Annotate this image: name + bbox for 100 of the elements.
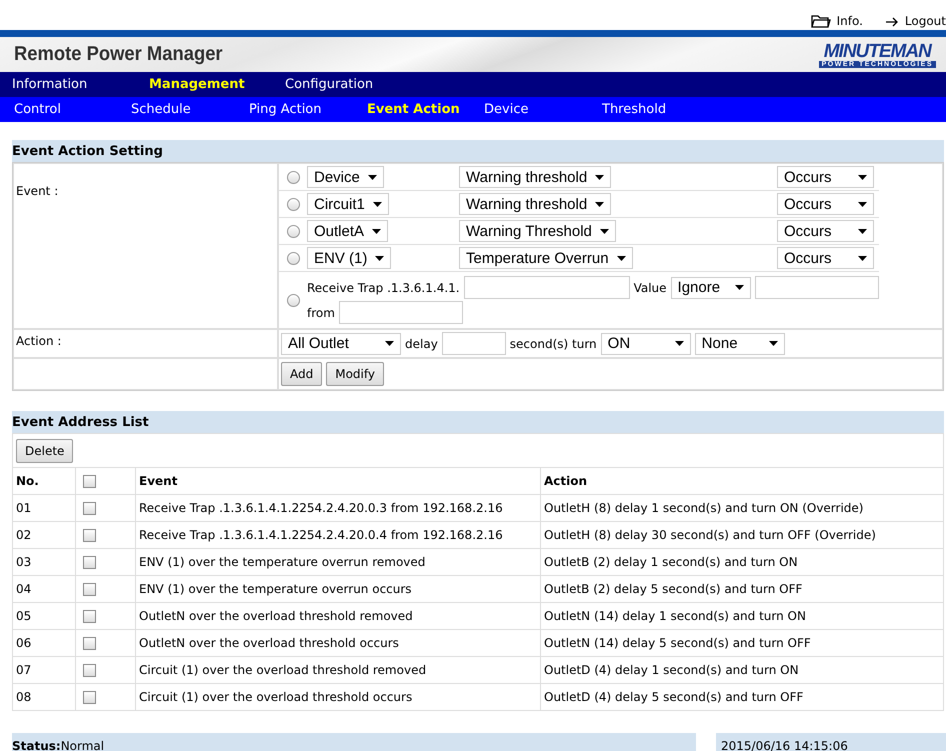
checkbox[interactable] (83, 556, 96, 570)
dropdown[interactable]: ENV (1) (307, 247, 392, 269)
table-cell: Circuit (1) over the overload threshold removed (136, 656, 540, 684)
radio-button[interactable] (287, 294, 300, 306)
caret-icon (734, 285, 744, 290)
dropdown[interactable]: Warning threshold (459, 166, 612, 188)
table-cell: 02 (12, 522, 76, 548)
field-label: Action : (16, 334, 62, 348)
checkbox[interactable] (83, 529, 96, 542)
nav-tab[interactable]: Configuration (285, 77, 405, 92)
caret-icon (372, 202, 382, 206)
field-label: Value (634, 280, 667, 294)
table-cell: 07 (12, 656, 76, 684)
caret-icon (858, 174, 867, 180)
datetime-text: 2015/06/16 14:15:06 (716, 733, 946, 751)
table-cell: OutletB (2) delay 5 second(s) and turn OFF (540, 576, 944, 602)
table-cell: OutletB (2) delay 1 second(s) and turn ON (540, 548, 944, 576)
caret-icon (858, 202, 867, 206)
dropdown[interactable]: None (694, 332, 785, 354)
dropdown[interactable]: ON (600, 332, 691, 354)
section-header: Event Address List (12, 411, 944, 433)
input-field[interactable] (338, 301, 463, 324)
table-cell: OutletN (14) delay 5 second(s) and turn OFF (540, 630, 944, 656)
action-button[interactable]: Add (281, 362, 322, 386)
header-link[interactable]: Logout (884, 14, 946, 28)
dropdown[interactable]: Warning threshold (459, 193, 612, 215)
table-cell: OutletH (8) delay 1 second(s) and turn ON (Override) (540, 494, 944, 522)
nav-tab[interactable]: Information (12, 77, 149, 92)
nav-tab[interactable]: Threshold (602, 102, 722, 117)
column-header: Event (136, 468, 540, 494)
header-link[interactable]: Info. (810, 14, 863, 28)
input-field[interactable] (442, 332, 506, 355)
action-button[interactable]: Modify (326, 362, 384, 386)
table-cell: 05 (12, 602, 76, 630)
field-label: Receive Trap .1.3.6.1.4.1. (307, 280, 460, 294)
dropdown[interactable]: All Outlet (281, 332, 401, 354)
caret-icon (368, 174, 377, 180)
table-cell: OutletN (14) delay 1 second(s) and turn ON (540, 602, 944, 630)
radio-button[interactable] (287, 252, 300, 264)
field-label: Event : (16, 184, 58, 198)
delete-button[interactable]: Delete (16, 438, 74, 462)
radio-button[interactable] (287, 170, 300, 184)
checkbox[interactable] (83, 664, 96, 678)
caret-icon (375, 256, 384, 260)
nav-tab[interactable]: Management (149, 77, 285, 92)
field-label: delay (405, 336, 438, 350)
checkbox[interactable] (83, 475, 96, 488)
table-cell: OutletN over the overload threshold removed (136, 602, 540, 630)
input-field[interactable] (754, 276, 879, 299)
dropdown[interactable]: Ignore (670, 276, 751, 298)
table-cell: OutletN over the overload threshold occurs (136, 630, 540, 656)
table-cell: 08 (12, 684, 76, 710)
column-header: No. (12, 468, 76, 494)
field-label: second(s) turn (510, 336, 597, 350)
caret-icon (595, 174, 604, 180)
caret-icon (768, 341, 778, 346)
checkbox[interactable] (83, 583, 96, 596)
caret-icon (674, 341, 684, 346)
table-cell: 03 (12, 548, 76, 576)
table-cell: 04 (12, 576, 76, 602)
field-label: from (307, 306, 335, 320)
nav-tab[interactable]: Control (14, 102, 131, 117)
dropdown[interactable]: Temperature Overrun (459, 247, 633, 269)
table-cell: OutletD (4) delay 5 second(s) and turn OFF (540, 684, 944, 710)
caret-icon (595, 202, 604, 206)
table-cell: Receive Trap .1.3.6.1.4.1.2254.2.4.20.0.4 from 192.168.2.16 (136, 522, 540, 548)
column-header: Action (540, 468, 944, 494)
dropdown[interactable]: OutletA (307, 220, 388, 242)
table-cell: Circuit (1) over the overload threshold occurs (136, 684, 540, 710)
dropdown[interactable]: Device (307, 166, 384, 188)
status-bar: Status:Normal (12, 733, 696, 751)
dropdown[interactable]: Circuit1 (307, 193, 389, 215)
caret-icon (385, 341, 394, 346)
radio-button[interactable] (287, 198, 300, 210)
table-cell: ENV (1) over the temperature overrun removed (136, 548, 540, 576)
table-cell: 01 (12, 494, 76, 522)
caret-icon (372, 228, 382, 234)
checkbox[interactable] (83, 610, 96, 624)
arrow-icon (884, 16, 899, 28)
caret-icon (858, 256, 867, 260)
section-header: Event Action Setting (12, 140, 944, 162)
checkbox[interactable] (83, 691, 96, 704)
radio-button[interactable] (287, 224, 300, 238)
folder-icon (810, 14, 831, 28)
table-cell: ENV (1) over the temperature overrun occurs (136, 576, 540, 602)
checkbox[interactable] (83, 502, 96, 516)
table-cell: 06 (12, 630, 76, 656)
nav-tab[interactable]: Event Action (367, 102, 484, 117)
app-title: Remote Power Manager (14, 43, 223, 66)
dropdown[interactable]: Occurs (777, 193, 874, 215)
table-cell: Receive Trap .1.3.6.1.4.1.2254.2.4.20.0.3 from 192.168.2.16 (136, 494, 540, 522)
dropdown[interactable]: Warning Threshold (459, 220, 616, 242)
nav-tab[interactable]: Schedule (131, 102, 249, 117)
checkbox[interactable] (83, 637, 96, 650)
nav-tab[interactable]: Ping Action (249, 102, 367, 117)
nav-tab[interactable]: Device (484, 102, 602, 117)
dropdown[interactable]: Occurs (777, 220, 874, 242)
input-field[interactable] (464, 276, 630, 299)
dropdown[interactable]: Occurs (777, 247, 874, 269)
dropdown[interactable]: Occurs (777, 166, 874, 188)
